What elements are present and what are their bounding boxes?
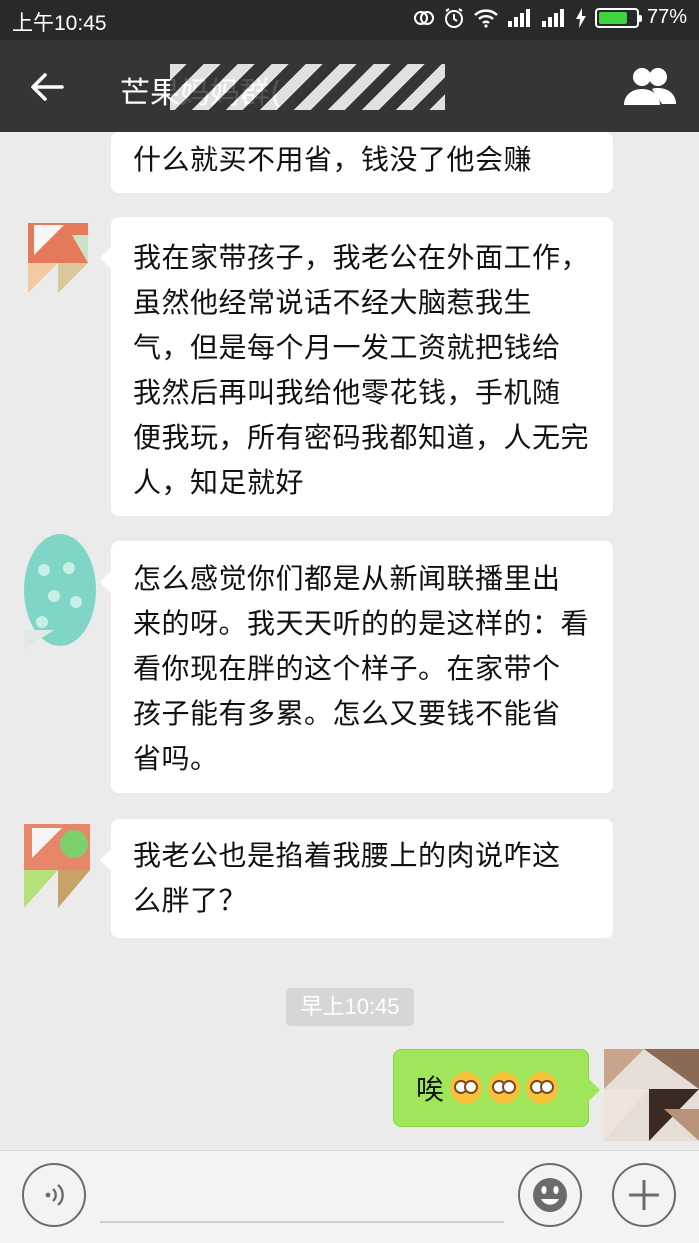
voice-input-button[interactable]	[22, 1163, 86, 1227]
avatar[interactable]	[14, 530, 96, 650]
flushed-face-emoji	[526, 1072, 559, 1104]
timestamp-chip: 早上10:45	[286, 988, 414, 1026]
my-message-bubble[interactable]: 唉	[393, 1049, 600, 1127]
message-text: 怎么感觉你们都是从新闻联播里出 来的呀。我天天听的的是这样的：看 看你现在胖的这…	[133, 562, 590, 775]
flushed-face-emoji	[450, 1072, 483, 1104]
chat-header: 芒果妈妈群(	[0, 40, 699, 132]
message-text: 什么就买不用省，钱没了他会赚	[133, 143, 533, 176]
message-text: 我老公也是掐着我腰上的肉说咋这 么胖了？	[133, 839, 561, 917]
battery-icon	[594, 7, 642, 28]
flushed-face-emoji	[488, 1072, 521, 1104]
signal-icon	[541, 8, 564, 27]
avatar-image	[14, 818, 96, 914]
charging-icon	[575, 7, 586, 28]
avatar-image	[604, 1049, 699, 1141]
message-text: 我在家带孩子，我老公在外面工作， 虽然他经常说话不经大脑惹我生 气，但是每个月一…	[133, 241, 590, 499]
battery-percent: 77%	[646, 6, 687, 28]
status-icons: 77%	[413, 6, 687, 29]
alarm-icon	[444, 7, 463, 28]
wifi-icon	[474, 8, 498, 28]
status-bar: 上午10:45 77%	[0, 0, 699, 40]
signal-icon	[507, 8, 530, 27]
message-bubble[interactable]: 我在家带孩子，我老公在外面工作， 虽然他经常说话不经大脑惹我生 气，但是每个月一…	[100, 217, 613, 516]
input-bar	[0, 1150, 699, 1243]
message-bubble[interactable]: 怎么感觉你们都是从新闻联播里出 来的呀。我天天听的的是这样的：看 看你现在胖的这…	[100, 541, 613, 793]
status-time: 上午10:45	[12, 12, 107, 35]
arrow-left-icon	[31, 73, 64, 101]
my-avatar[interactable]	[604, 1049, 699, 1141]
sync-icon	[413, 10, 434, 25]
plus-icon	[629, 1180, 659, 1210]
emoji-button[interactable]	[518, 1163, 582, 1227]
avatar[interactable]	[14, 818, 96, 914]
group-members-button[interactable]	[621, 62, 679, 112]
group-members-icon	[624, 68, 676, 105]
avatar-image	[14, 530, 96, 650]
back-button[interactable]	[22, 62, 72, 112]
battery-level	[598, 11, 627, 24]
message-bubble[interactable]: 我老公也是掐着我腰上的肉说咋这 么胖了？	[100, 819, 613, 938]
more-actions-button[interactable]	[612, 1163, 676, 1227]
avatar[interactable]	[14, 215, 96, 303]
voice-input-icon	[45, 1184, 64, 1206]
avatar-image	[14, 215, 96, 303]
message-input[interactable]	[100, 1171, 504, 1223]
my-message-text: 唉	[416, 1073, 445, 1106]
smiley-icon	[533, 1178, 567, 1212]
message-bubble[interactable]: 什么就买不用省，钱没了他会赚	[111, 132, 613, 193]
title-redaction	[170, 64, 445, 110]
